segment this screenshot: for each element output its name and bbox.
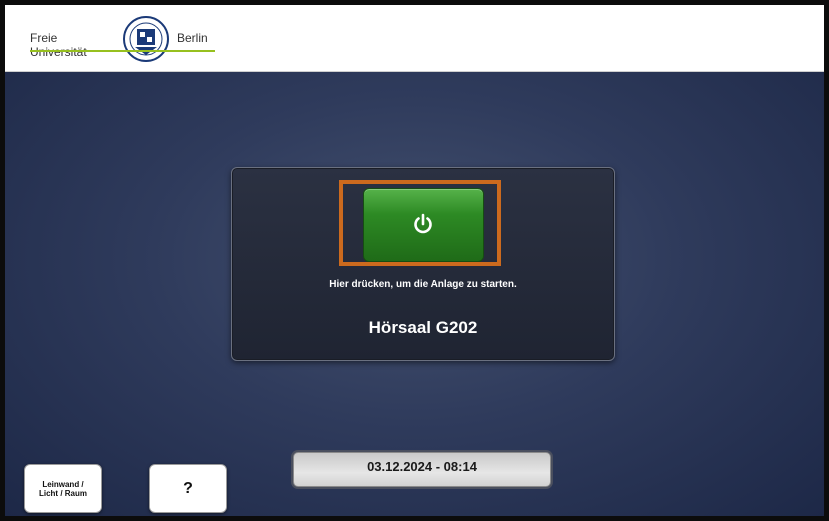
screen-light-room-button[interactable]: Leinwand / Licht / Raum	[24, 464, 102, 513]
power-button[interactable]	[363, 188, 484, 262]
start-hint: Hier drücken, um die Anlage zu starten.	[329, 279, 517, 290]
touch-panel-screen: Freie Universität Berlin Hier drücken, u…	[5, 5, 824, 516]
logo-text-right: Berlin	[177, 31, 208, 45]
logo-text-left: Freie Universität	[30, 31, 87, 59]
datetime-display: 03.12.2024 - 08:14	[293, 452, 551, 487]
logo-underline	[30, 50, 215, 52]
power-icon	[414, 213, 432, 234]
help-button[interactable]: ?	[149, 464, 227, 513]
university-seal-icon	[123, 16, 169, 62]
screen-light-room-label: Leinwand / Licht / Raum	[38, 479, 87, 498]
start-panel: Hier drücken, um die Anlage zu starten. …	[231, 167, 615, 361]
room-name: Hörsaal G202	[368, 318, 478, 337]
main-area: Hier drücken, um die Anlage zu starten. …	[5, 72, 824, 516]
header: Freie Universität Berlin	[5, 5, 824, 72]
